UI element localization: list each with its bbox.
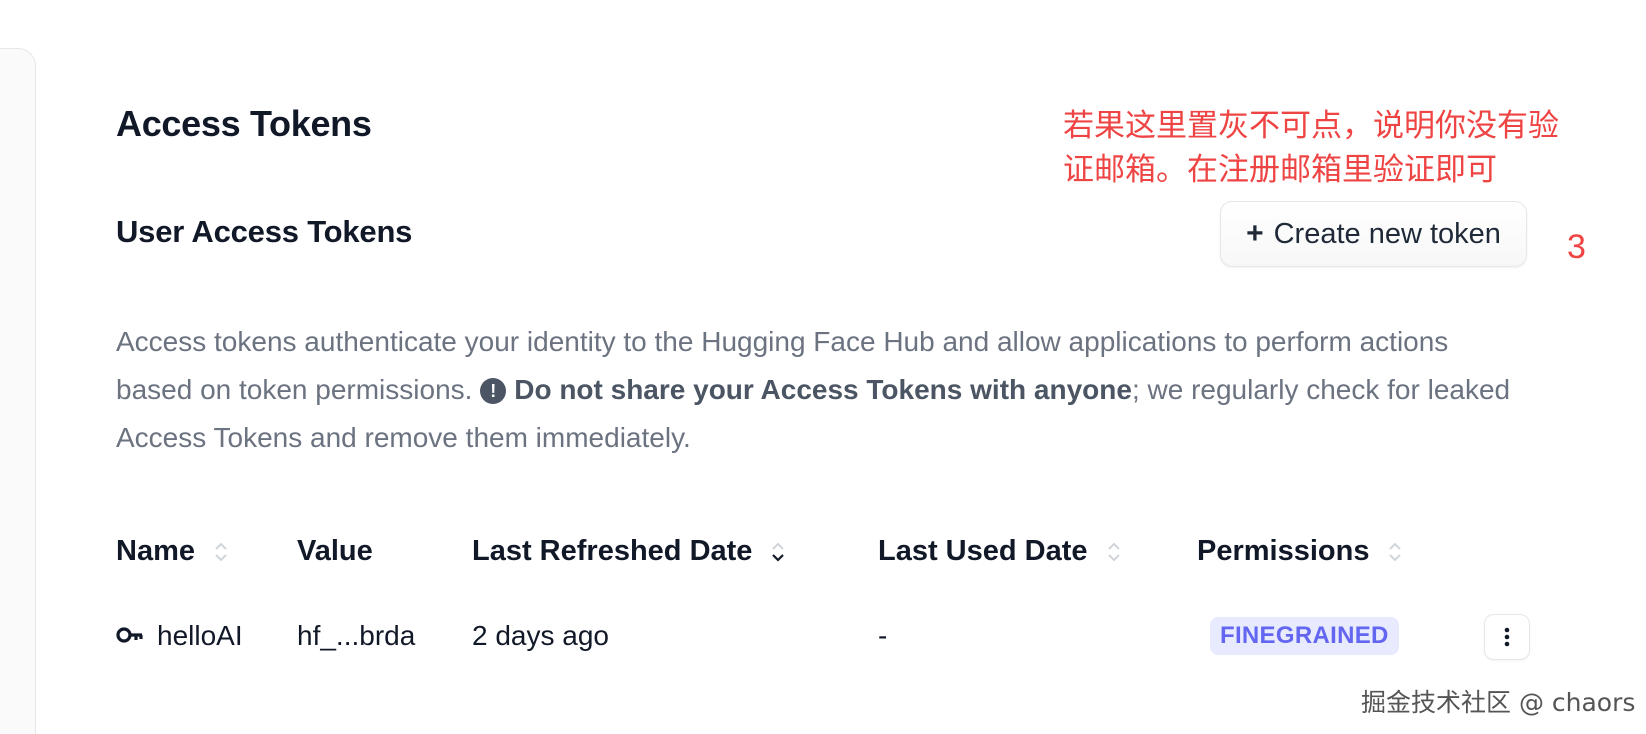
warning-text: Do not share your Access Tokens with any…: [514, 374, 1132, 405]
create-new-token-label: Create new token: [1273, 217, 1501, 250]
exclamation-icon: !: [480, 378, 507, 404]
sort-icon: [213, 539, 229, 565]
column-header-value: Value: [297, 535, 373, 567]
sort-icon: [1387, 539, 1403, 565]
section-title: User Access Tokens: [116, 214, 413, 249]
permissions-badge: FINEGRAINED: [1210, 617, 1399, 655]
token-actions-button[interactable]: [1484, 614, 1530, 660]
page: Access Tokens User Access Tokens + Creat…: [0, 0, 1646, 734]
token-name: helloAI: [157, 620, 243, 651]
plus-icon: +: [1246, 217, 1264, 250]
column-header-name[interactable]: Name: [116, 535, 229, 568]
watermark: 掘金技术社区 @ chaors: [1361, 688, 1636, 717]
sort-icon: [770, 539, 786, 565]
create-new-token-button[interactable]: + Create new token: [1220, 201, 1527, 267]
column-header-last-used[interactable]: Last Used Date: [878, 535, 1122, 568]
annotation-note: 若果这里置灰不可点，说明你没有验证邮箱。在注册邮箱里验证即可: [1063, 108, 1559, 188]
token-value: hf_...brda: [297, 620, 416, 651]
column-header-last-refreshed[interactable]: Last Refreshed Date: [472, 535, 786, 568]
sort-icon: [1106, 539, 1122, 565]
token-last-refreshed: 2 days ago: [472, 620, 609, 651]
token-last-used: -: [878, 620, 888, 651]
annotation-step-number: 3: [1567, 228, 1586, 266]
description-text: Access tokens authenticate your identity…: [116, 318, 1516, 462]
column-header-permissions[interactable]: Permissions: [1197, 535, 1403, 568]
sidebar-panel: [0, 48, 36, 734]
key-icon: [116, 626, 144, 649]
more-vertical-icon: [1504, 627, 1510, 647]
page-title: Access Tokens: [116, 103, 372, 144]
